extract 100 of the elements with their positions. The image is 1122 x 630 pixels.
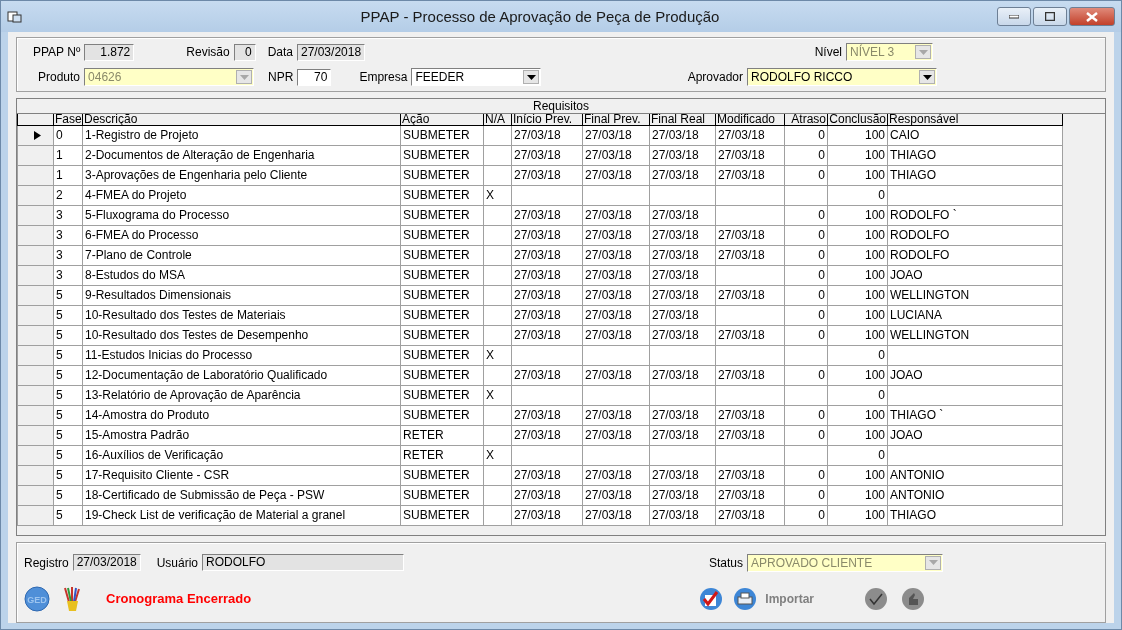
minimize-button[interactable] bbox=[997, 7, 1031, 26]
checkmark-button[interactable] bbox=[699, 586, 724, 611]
table-cell: 27/03/18 bbox=[585, 288, 632, 302]
table-cell: 27/03/18 bbox=[652, 288, 699, 302]
table-cell: 3-Aprovações de Engenharia pelo Cliente bbox=[85, 168, 308, 182]
field-label: Aprovador bbox=[687, 70, 743, 84]
table-cell: X bbox=[486, 448, 494, 462]
table-cell: 5 bbox=[56, 388, 63, 402]
field-label: Status bbox=[708, 555, 743, 570]
table-cell: 0 bbox=[818, 408, 825, 422]
table-cell: 27/03/18 bbox=[514, 428, 561, 442]
table-cell: 100 bbox=[864, 328, 885, 342]
field-label: Nível bbox=[814, 45, 842, 59]
table-cell: 27/03/18 bbox=[514, 408, 561, 422]
table-cell: 0 bbox=[818, 148, 825, 162]
caret-icon bbox=[922, 74, 932, 80]
table-cell: 27/03/18 bbox=[718, 468, 765, 482]
column-header[interactable]: Descrição bbox=[82, 114, 401, 126]
table-cell: 27/03/18 bbox=[652, 468, 699, 482]
column-header[interactable]: Final Real bbox=[649, 114, 716, 126]
table-cell: 5 bbox=[56, 408, 63, 422]
table-cell: 5 bbox=[56, 288, 63, 302]
table-cell: 27/03/18 bbox=[652, 328, 699, 342]
table-cell: 6-FMEA do Processo bbox=[85, 228, 199, 242]
table-cell: JOAO bbox=[890, 268, 923, 282]
window-title: PPAP - Processo de Aprovação de Peça de Produção bbox=[359, 8, 721, 25]
table-cell: 27/03/18 bbox=[514, 228, 561, 242]
maximize-button[interactable] bbox=[1033, 7, 1067, 26]
table-cell: 0 bbox=[818, 308, 825, 322]
table-cell: 27/03/18 bbox=[652, 148, 699, 162]
date-field[interactable]: 27/03/2018 bbox=[297, 43, 365, 61]
table-cell: 27/03/18 bbox=[514, 148, 561, 162]
caret-icon bbox=[526, 74, 536, 80]
table-cell: 27/03/18 bbox=[585, 488, 632, 502]
table-cell: 100 bbox=[864, 248, 885, 262]
table-cell: 27/03/18 bbox=[585, 128, 632, 142]
table-cell: JOAO bbox=[890, 368, 923, 382]
ppap-number-field[interactable]: 1.872 bbox=[84, 43, 135, 61]
table-cell: 27/03/18 bbox=[718, 328, 765, 342]
table-cell: SUBMETER bbox=[403, 168, 470, 182]
table-cell: 27/03/18 bbox=[652, 428, 699, 442]
thumbs-icon[interactable] bbox=[901, 586, 925, 611]
field-label: Usuário bbox=[156, 555, 199, 570]
table-cell: 0 bbox=[818, 368, 825, 382]
table-cell: 27/03/18 bbox=[514, 468, 561, 482]
field-label: PPAP Nº bbox=[33, 45, 81, 59]
table-cell: 0 bbox=[818, 268, 825, 282]
column-header[interactable]: Responsável bbox=[887, 114, 1063, 126]
table-cell: 27/03/18 bbox=[652, 208, 699, 222]
table-cell: 0 bbox=[818, 328, 825, 342]
printer-button[interactable] bbox=[733, 586, 758, 611]
field-label: NPR bbox=[268, 70, 294, 84]
table-cell: ANTONIO bbox=[890, 488, 945, 502]
table-cell: 0 bbox=[818, 208, 825, 222]
table-cell: SUBMETER bbox=[403, 508, 470, 522]
table-cell: 18-Certificado de Submissão de Peça - PSW bbox=[85, 488, 325, 502]
table-cell: RODOLFO bbox=[890, 228, 950, 242]
user-field[interactable]: RODOLFO bbox=[202, 554, 405, 571]
table-cell: X bbox=[486, 188, 494, 202]
table-cell: 27/03/18 bbox=[718, 168, 765, 182]
table-cell: 100 bbox=[864, 208, 885, 222]
table-cell: 100 bbox=[864, 508, 885, 522]
table-cell: 27/03/18 bbox=[585, 328, 632, 342]
revision-field[interactable]: 0 bbox=[233, 43, 256, 61]
table-cell: WELLINGTON bbox=[890, 288, 970, 302]
table-cell: 27/03/18 bbox=[514, 368, 561, 382]
table-cell: 0 bbox=[56, 128, 63, 142]
table-cell: 2-Documentos de Alteração de Engenharia bbox=[85, 148, 315, 162]
table-cell: LUCIANA bbox=[890, 308, 942, 322]
maximize-icon bbox=[1045, 12, 1055, 21]
column-header[interactable]: Final Prev. bbox=[582, 114, 650, 126]
caret-icon bbox=[239, 74, 249, 80]
column-header[interactable]: N/A bbox=[483, 114, 512, 126]
close-button[interactable] bbox=[1069, 7, 1115, 26]
table-cell: RODOLFO ` bbox=[890, 208, 957, 222]
dropdown[interactable]: FEEDER bbox=[411, 68, 542, 86]
table-cell: 5 bbox=[56, 488, 63, 502]
table-cell: 27/03/18 bbox=[718, 488, 765, 502]
column-header[interactable]: Conclusão bbox=[827, 114, 888, 126]
table-cell: WELLINGTON bbox=[890, 328, 970, 342]
table-cell: 27/03/18 bbox=[652, 168, 699, 182]
column-header[interactable]: Início Prev. bbox=[511, 114, 583, 126]
column-header[interactable]: Fase bbox=[53, 114, 83, 126]
table-cell: SUBMETER bbox=[403, 468, 470, 482]
column-header[interactable]: Atraso bbox=[784, 114, 828, 126]
dropdown[interactable]: RODOLFO RICCO bbox=[747, 68, 937, 86]
table-cell: 100 bbox=[864, 468, 885, 482]
table-cell: 5 bbox=[56, 468, 63, 482]
table-cell: 16-Auxílios de Verificação bbox=[85, 448, 224, 462]
column-header[interactable]: Modificado bbox=[715, 114, 785, 126]
table-cell: 2 bbox=[56, 188, 63, 202]
checkmark-button[interactable] bbox=[864, 586, 888, 611]
table-cell: 27/03/18 bbox=[514, 168, 561, 182]
table-cell: 27/03/18 bbox=[652, 508, 699, 522]
table-cell: 27/03/18 bbox=[585, 168, 632, 182]
registration-date-field[interactable]: 27/03/2018 bbox=[72, 554, 141, 571]
table-cell: 27/03/18 bbox=[585, 428, 632, 442]
column-header[interactable]: Ação bbox=[400, 114, 484, 126]
grid-title: Requisitos bbox=[17, 99, 1105, 114]
npr-field[interactable]: 70 bbox=[297, 68, 332, 86]
